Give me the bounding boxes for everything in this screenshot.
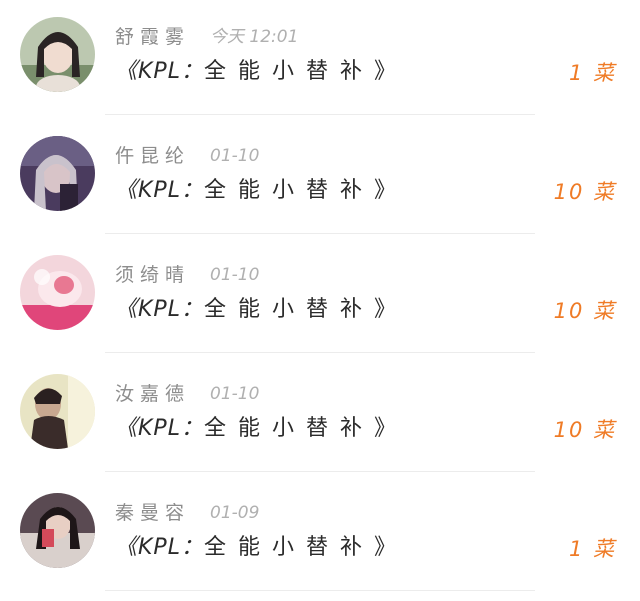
divider (105, 114, 535, 115)
item-title: 《KPL：全能小替补》 (115, 294, 397, 326)
gift-list: 舒霞雾 今天 12:01 《KPL：全能小替补》 1 菜 仵昆纶 01-10 《… (0, 0, 640, 601)
title-main: 全能小替补 (203, 178, 374, 203)
item-title: 《KPL：全能小替补》 (115, 175, 397, 207)
divider (105, 471, 535, 472)
title-prefix: 《KPL： (115, 59, 204, 84)
gift-amount: 1 菜 (568, 61, 616, 85)
item-meta: 秦曼容 01-09 (115, 494, 259, 524)
avatar[interactable] (20, 493, 95, 568)
sender-name: 仵昆纶 (115, 145, 191, 167)
avatar[interactable] (20, 374, 95, 449)
timestamp: 01-10 (210, 265, 260, 285)
gift-amount: 10 菜 (553, 180, 616, 204)
avatar[interactable] (20, 136, 95, 211)
avatar[interactable] (20, 17, 95, 92)
timestamp: 今天 12:01 (210, 27, 299, 47)
item-meta: 仵昆纶 01-10 (115, 137, 259, 167)
list-item[interactable]: 汝嘉德 01-10 《KPL：全能小替补》 10 菜 (0, 357, 640, 476)
title-main: 全能小替补 (203, 535, 374, 560)
timestamp: 01-10 (210, 384, 260, 404)
item-meta: 汝嘉德 01-10 (115, 375, 259, 405)
timestamp: 01-09 (210, 503, 260, 523)
gift-amount: 10 菜 (553, 299, 616, 323)
title-suffix: 》 (373, 535, 397, 560)
title-prefix: 《KPL： (115, 297, 204, 322)
gift-amount: 1 菜 (568, 537, 616, 561)
title-suffix: 》 (373, 297, 397, 322)
sender-name: 舒霞雾 (115, 26, 191, 48)
item-meta: 舒霞雾 今天 12:01 (115, 18, 298, 48)
item-title: 《KPL：全能小替补》 (115, 413, 397, 445)
title-main: 全能小替补 (203, 59, 374, 84)
list-item[interactable]: 须绮晴 01-10 《KPL：全能小替补》 10 菜 (0, 238, 640, 357)
divider (105, 352, 535, 353)
gift-amount: 10 菜 (553, 418, 616, 442)
item-meta: 须绮晴 01-10 (115, 256, 259, 286)
list-item[interactable]: 舒霞雾 今天 12:01 《KPL：全能小替补》 1 菜 (0, 0, 640, 119)
title-main: 全能小替补 (203, 297, 374, 322)
title-prefix: 《KPL： (115, 178, 204, 203)
title-suffix: 》 (373, 59, 397, 84)
divider (105, 233, 535, 234)
item-title: 《KPL：全能小替补》 (115, 532, 397, 564)
divider (105, 590, 535, 591)
sender-name: 汝嘉德 (115, 383, 191, 405)
list-item[interactable]: 仵昆纶 01-10 《KPL：全能小替补》 10 菜 (0, 119, 640, 238)
title-suffix: 》 (373, 416, 397, 441)
sender-name: 秦曼容 (115, 502, 191, 524)
title-suffix: 》 (373, 178, 397, 203)
timestamp: 01-10 (210, 146, 260, 166)
item-title: 《KPL：全能小替补》 (115, 56, 397, 88)
title-prefix: 《KPL： (115, 416, 204, 441)
avatar[interactable] (20, 255, 95, 330)
sender-name: 须绮晴 (115, 264, 191, 286)
list-item[interactable]: 秦曼容 01-09 《KPL：全能小替补》 1 菜 (0, 476, 640, 595)
title-main: 全能小替补 (203, 416, 374, 441)
title-prefix: 《KPL： (115, 535, 204, 560)
